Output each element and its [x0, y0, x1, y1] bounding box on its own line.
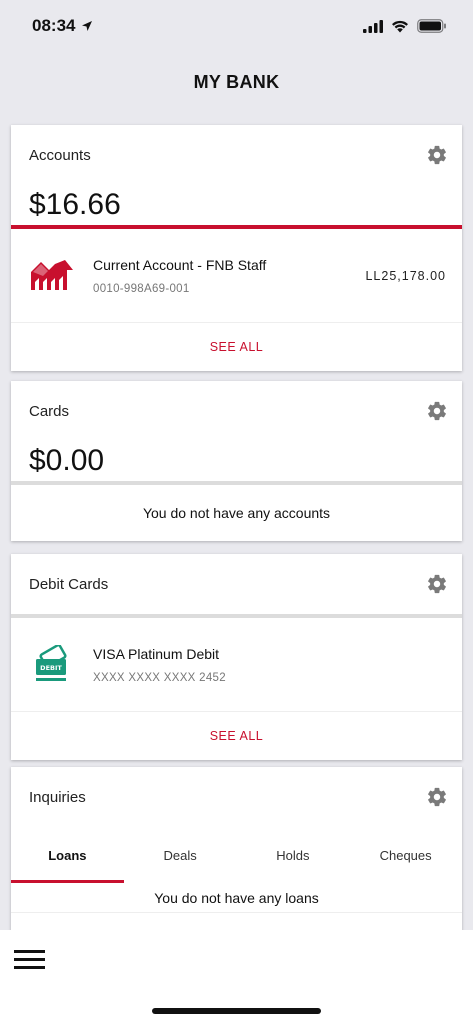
- tab-deals[interactable]: Deals: [124, 827, 237, 883]
- status-time: 08:34: [32, 16, 93, 36]
- inquiries-title: Inquiries: [29, 788, 86, 806]
- bank-logo-icon: [29, 256, 75, 296]
- cards-total-amount: $0.00: [29, 444, 105, 477]
- loans-empty-message: You do not have any loans: [11, 883, 462, 913]
- home-indicator[interactable]: [152, 1008, 321, 1014]
- debit-card-row[interactable]: DEBIT VISA Platinum Debit XXXX XXXX XXXX…: [11, 618, 462, 712]
- bottom-bar: [0, 930, 473, 1024]
- tab-loans[interactable]: Loans: [11, 827, 124, 883]
- account-info: Current Account - FNB Staff 0010-998A69-…: [93, 257, 365, 295]
- account-balance: LL25,178.00: [365, 268, 446, 283]
- status-icons: [363, 19, 447, 33]
- account-row[interactable]: Current Account - FNB Staff 0010-998A69-…: [11, 229, 462, 323]
- cards-card-header: Cards: [11, 381, 462, 441]
- status-bar: 08:34: [0, 0, 473, 52]
- inquiries-card-header: Inquiries: [11, 767, 462, 827]
- account-name: Current Account - FNB Staff: [93, 256, 267, 273]
- gear-icon[interactable]: [426, 786, 448, 808]
- accounts-title: Accounts: [29, 146, 91, 164]
- signal-icon: [363, 19, 383, 33]
- location-arrow-icon: [82, 21, 93, 31]
- page-title: MY BANK: [193, 71, 280, 92]
- app-header: MY BANK: [0, 60, 473, 104]
- account-number: 0010-998A69-001: [93, 282, 190, 295]
- accounts-card-header: Accounts: [11, 125, 462, 185]
- cards-card: Cards $0.00 You do not have any accounts: [11, 381, 462, 541]
- debit-card-name: VISA Platinum Debit: [93, 645, 220, 662]
- tab-holds[interactable]: Holds: [237, 827, 350, 883]
- debit-cards-see-all-button[interactable]: SEE ALL: [11, 712, 462, 760]
- accounts-see-all-button[interactable]: SEE ALL: [11, 323, 462, 371]
- debit-card-info: VISA Platinum Debit XXXX XXXX XXXX 2452: [93, 646, 446, 684]
- gear-icon[interactable]: [426, 400, 448, 422]
- inquiries-tabs: Loans Deals Holds Cheques: [11, 827, 462, 883]
- debit-cards-card-header: Debit Cards: [11, 554, 462, 614]
- gear-icon[interactable]: [426, 144, 448, 166]
- accounts-card: Accounts $16.66 Current Account - FNB St…: [11, 125, 462, 371]
- wifi-icon: [392, 20, 408, 32]
- debit-cards-card: Debit Cards DEBIT VISA Platinum Debit XX…: [11, 554, 462, 760]
- battery-icon: [417, 19, 446, 33]
- debit-card-number: XXXX XXXX XXXX 2452: [93, 671, 226, 684]
- cards-empty-message: You do not have any accounts: [142, 505, 331, 521]
- hamburger-menu-icon[interactable]: [14, 948, 46, 972]
- accounts-total-amount: $16.66: [29, 188, 121, 221]
- gear-icon[interactable]: [426, 573, 448, 595]
- debit-card-icon: DEBIT: [29, 644, 75, 685]
- tab-cheques[interactable]: Cheques: [349, 827, 462, 883]
- debit-cards-title: Debit Cards: [29, 575, 109, 593]
- debit-badge-text: DEBIT: [40, 664, 62, 672]
- cards-title: Cards: [29, 402, 70, 420]
- time-label: 08:34: [32, 16, 76, 35]
